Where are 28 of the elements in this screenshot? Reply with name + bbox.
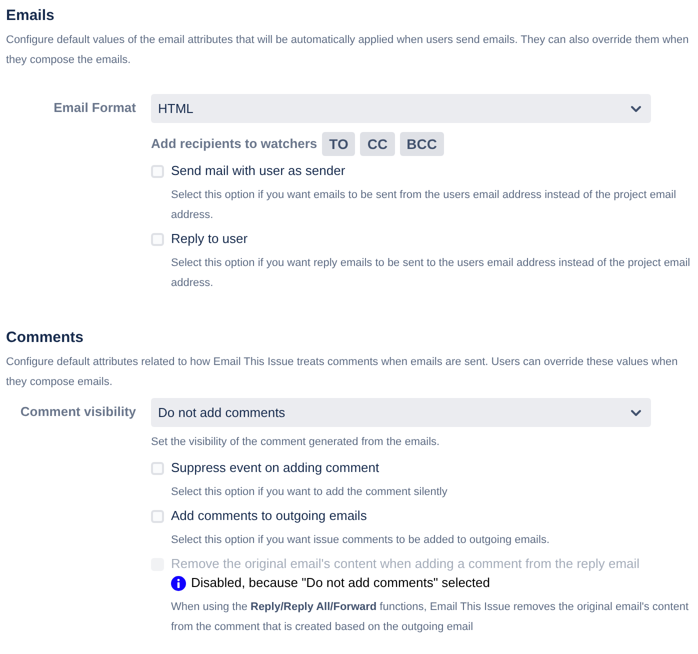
recipient-button[interactable]: CC (360, 132, 395, 156)
recipient-button[interactable]: BCC (400, 132, 444, 156)
help-text: Set the visibility of the comment generated from the emails. (151, 435, 441, 450)
checkbox[interactable] (151, 164, 164, 178)
checkbox[interactable] (151, 232, 164, 246)
watchers-label: Add recipients to watchers (151, 135, 318, 153)
disabled-notice: Disabled, because "Do not add comments" selected (191, 574, 490, 592)
section-heading: Emails (6, 6, 56, 26)
section-description: Configure default values of the email attributes that will be automatically applied when users send emails. They can also override them when they compose the emails. (6, 33, 690, 68)
help-text: Select this option if you want reply emails to be sent to the users email address instead of the project email address. (171, 256, 692, 291)
comment-visibility-select[interactable]: Do not add comments (151, 398, 651, 427)
help-text: Select this option if you want issue comments to be added to outgoing emails. (171, 533, 550, 548)
info-icon (171, 576, 186, 590)
section-heading: Comments (6, 328, 85, 348)
checkbox-label[interactable]: Send mail with user as sender (171, 161, 346, 181)
help-text: When using the Reply/Reply All/Forward functions, Email This Issue removes the original email's content from the comment that is created based on the outgoing email (171, 600, 690, 635)
checkbox-label[interactable]: Suppress event on adding comment (171, 458, 380, 478)
email-format-select[interactable]: HTML (151, 94, 651, 123)
section-description: Configure default attributes related to how Email This Issue treats comments when emails are sent. Users can override these values when they compose emails. (6, 355, 679, 390)
checkbox-label[interactable]: Reply to user (171, 229, 248, 249)
help-text: Select this option if you want to add the comment silently (171, 485, 448, 500)
help-text: Select this option if you want emails to be sent from the users email address instead of the project email address. (171, 188, 678, 223)
field-label: Email Format (52, 99, 136, 117)
recipient-button[interactable]: TO (322, 132, 356, 156)
checkbox[interactable] (151, 462, 164, 474)
checkbox[interactable] (151, 510, 164, 522)
checkbox-label[interactable]: Add comments to outgoing emails (171, 506, 367, 526)
field-label: Comment visibility (19, 403, 136, 421)
